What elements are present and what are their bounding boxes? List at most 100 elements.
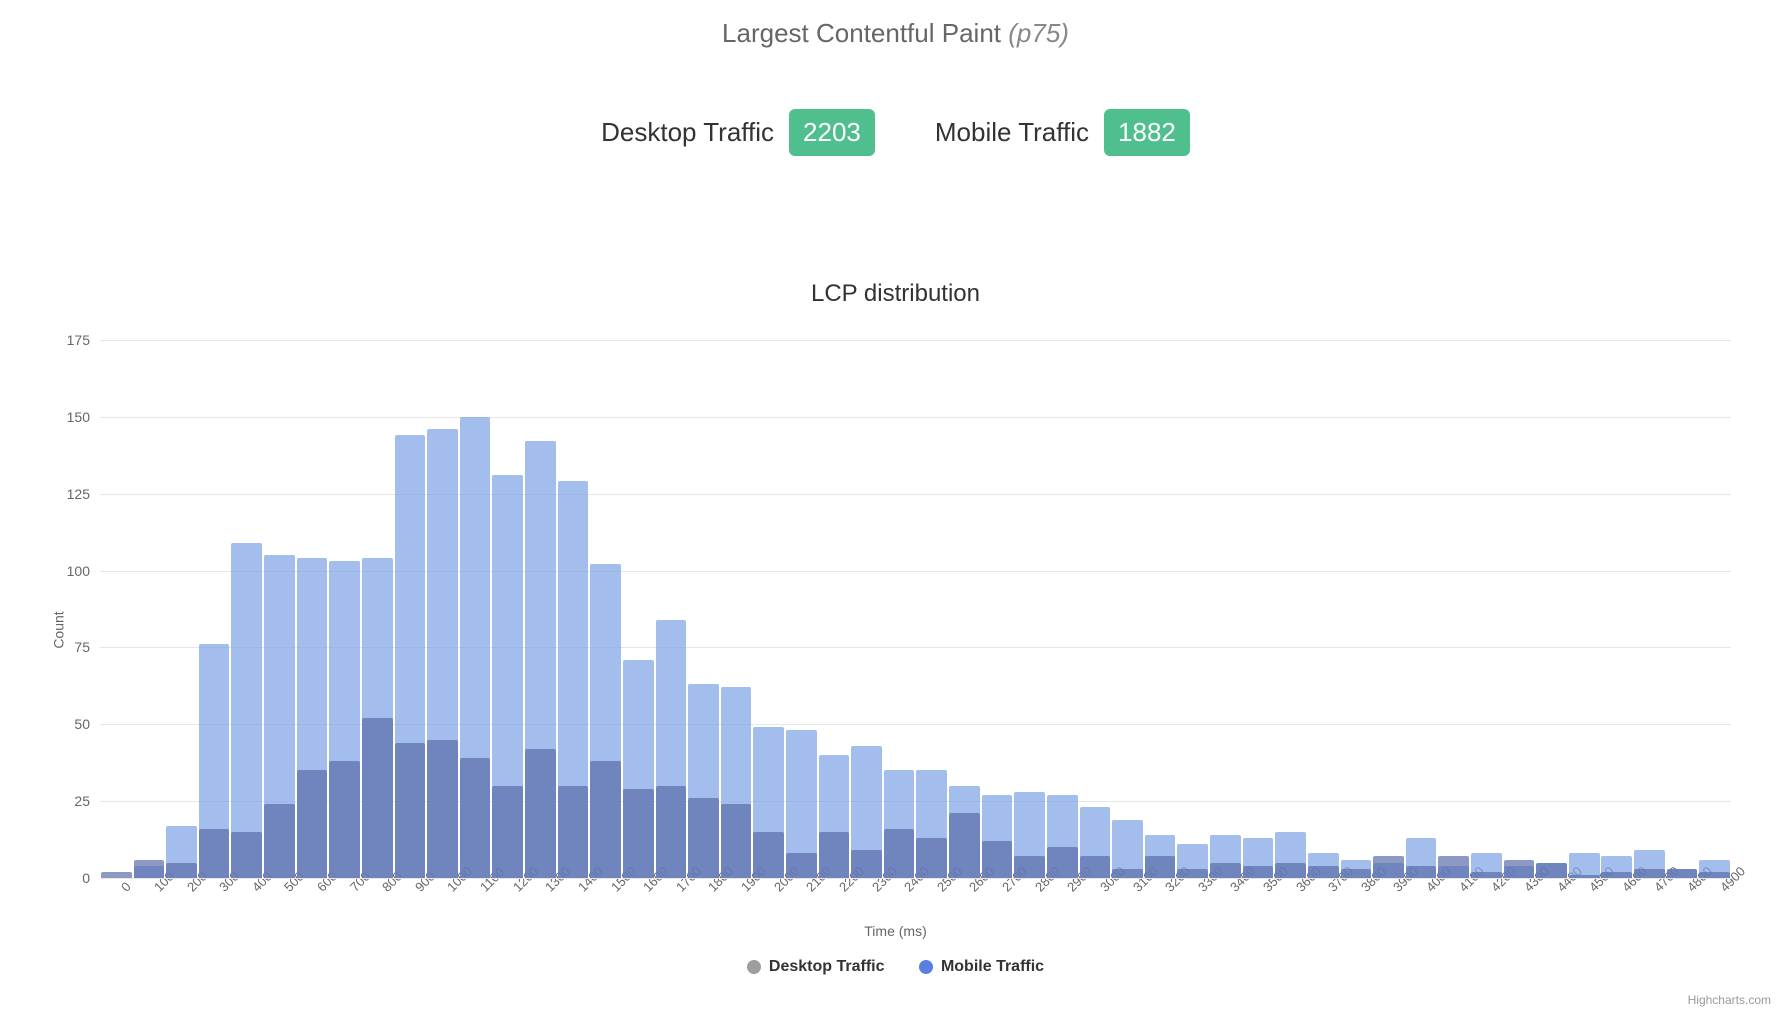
bar-desktop[interactable] bbox=[884, 829, 915, 878]
bar-slot: 500 bbox=[263, 340, 296, 878]
bar-desktop[interactable] bbox=[101, 872, 132, 878]
y-tick: 125 bbox=[50, 486, 90, 502]
bar-desktop[interactable] bbox=[134, 860, 165, 878]
bar-slot: 3000 bbox=[1079, 340, 1112, 878]
bar-slot: 1800 bbox=[687, 340, 720, 878]
bar-desktop[interactable] bbox=[1569, 875, 1600, 878]
bar-desktop[interactable] bbox=[688, 798, 719, 878]
bar-desktop[interactable] bbox=[1080, 856, 1111, 878]
bar-slot: 3500 bbox=[1242, 340, 1275, 878]
chart-bars: 0100200300400500600700800900100011001200… bbox=[100, 340, 1731, 878]
metric-mobile-value: 1882 bbox=[1104, 109, 1190, 156]
bar-desktop[interactable] bbox=[949, 813, 980, 878]
bar-slot: 1400 bbox=[557, 340, 590, 878]
bar-desktop[interactable] bbox=[1438, 856, 1469, 878]
bar-desktop[interactable] bbox=[1406, 866, 1437, 878]
y-tick: 75 bbox=[50, 639, 90, 655]
bar-desktop[interactable] bbox=[1308, 866, 1339, 878]
bar-desktop[interactable] bbox=[166, 863, 197, 878]
bar-slot: 3700 bbox=[1307, 340, 1340, 878]
bar-desktop[interactable] bbox=[1145, 856, 1176, 878]
gridline bbox=[100, 494, 1731, 495]
bar-desktop[interactable] bbox=[1341, 869, 1372, 878]
bar-slot: 4700 bbox=[1633, 340, 1666, 878]
bar-desktop[interactable] bbox=[329, 761, 360, 878]
bar-slot: 2400 bbox=[883, 340, 916, 878]
bar-desktop[interactable] bbox=[525, 749, 556, 878]
bar-slot: 600 bbox=[296, 340, 329, 878]
title-main: Largest Contentful Paint bbox=[722, 18, 1001, 48]
bar-desktop[interactable] bbox=[1112, 869, 1143, 878]
bar-desktop[interactable] bbox=[460, 758, 491, 878]
bar-desktop[interactable] bbox=[558, 786, 589, 878]
bar-desktop[interactable] bbox=[786, 853, 817, 878]
bar-desktop[interactable] bbox=[1014, 856, 1045, 878]
bar-slot: 2900 bbox=[1046, 340, 1079, 878]
bar-desktop[interactable] bbox=[753, 832, 784, 878]
page-title: Largest Contentful Paint (p75) bbox=[0, 18, 1791, 49]
gridline bbox=[100, 878, 1731, 879]
bar-desktop[interactable] bbox=[362, 718, 393, 878]
bar-desktop[interactable] bbox=[623, 789, 654, 878]
bar-desktop[interactable] bbox=[1047, 847, 1078, 878]
legend-label-mobile: Mobile Traffic bbox=[941, 958, 1044, 976]
y-tick: 150 bbox=[50, 409, 90, 425]
bar-desktop[interactable] bbox=[1504, 860, 1535, 878]
bar-desktop[interactable] bbox=[982, 841, 1013, 878]
bar-desktop[interactable] bbox=[297, 770, 328, 878]
metric-desktop: Desktop Traffic 2203 bbox=[601, 109, 875, 156]
bar-desktop[interactable] bbox=[1667, 869, 1698, 878]
bar-desktop[interactable] bbox=[1634, 869, 1665, 878]
bar-slot: 2200 bbox=[818, 340, 851, 878]
x-tick: 0 bbox=[118, 879, 134, 895]
chart-credits[interactable]: Highcharts.com bbox=[1688, 993, 1771, 1007]
bar-slot: 3200 bbox=[1144, 340, 1177, 878]
bar-desktop[interactable] bbox=[1243, 866, 1274, 878]
bar-desktop[interactable] bbox=[1210, 863, 1241, 878]
bar-desktop[interactable] bbox=[819, 832, 850, 878]
bar-slot: 4400 bbox=[1535, 340, 1568, 878]
bar-desktop[interactable] bbox=[492, 786, 523, 878]
bar-slot: 2500 bbox=[916, 340, 949, 878]
bar-desktop[interactable] bbox=[1699, 872, 1730, 878]
bar-slot: 4900 bbox=[1698, 340, 1731, 878]
bar-slot: 1000 bbox=[426, 340, 459, 878]
bar-slot: 3600 bbox=[1274, 340, 1307, 878]
bar-desktop[interactable] bbox=[1471, 872, 1502, 878]
bar-desktop[interactable] bbox=[264, 804, 295, 878]
bar-desktop[interactable] bbox=[590, 761, 621, 878]
bar-desktop[interactable] bbox=[395, 743, 426, 878]
bar-slot: 2700 bbox=[981, 340, 1014, 878]
legend-item-desktop[interactable]: Desktop Traffic bbox=[747, 958, 885, 976]
bar-desktop[interactable] bbox=[1601, 872, 1632, 878]
y-tick: 25 bbox=[50, 793, 90, 809]
y-tick: 0 bbox=[50, 870, 90, 886]
bar-desktop[interactable] bbox=[427, 740, 458, 878]
bar-desktop[interactable] bbox=[851, 850, 882, 878]
bar-desktop[interactable] bbox=[199, 829, 230, 878]
bar-desktop[interactable] bbox=[656, 786, 687, 878]
bar-slot: 1700 bbox=[655, 340, 688, 878]
bar-desktop[interactable] bbox=[1373, 856, 1404, 878]
metric-mobile: Mobile Traffic 1882 bbox=[935, 109, 1190, 156]
legend-item-mobile[interactable]: Mobile Traffic bbox=[919, 958, 1044, 976]
bar-slot: 2100 bbox=[785, 340, 818, 878]
bar-desktop[interactable] bbox=[1177, 869, 1208, 878]
gridline bbox=[100, 417, 1731, 418]
legend-swatch-desktop bbox=[747, 960, 761, 974]
bar-slot: 2300 bbox=[850, 340, 883, 878]
bar-slot: 3300 bbox=[1176, 340, 1209, 878]
bar-desktop[interactable] bbox=[721, 804, 752, 878]
chart-container: LCP distribution Count 01002003004005006… bbox=[0, 240, 1791, 1019]
chart-legend: Desktop Traffic Mobile Traffic bbox=[0, 958, 1791, 979]
bar-mobile[interactable] bbox=[231, 543, 262, 878]
y-tick: 175 bbox=[50, 332, 90, 348]
bar-desktop[interactable] bbox=[1275, 863, 1306, 878]
y-tick: 50 bbox=[50, 716, 90, 732]
bar-slot: 900 bbox=[394, 340, 427, 878]
bar-desktop[interactable] bbox=[1536, 863, 1567, 878]
bar-desktop[interactable] bbox=[916, 838, 947, 878]
bar-slot: 1300 bbox=[524, 340, 557, 878]
bar-desktop[interactable] bbox=[231, 832, 262, 878]
chart-plot-area[interactable]: 0100200300400500600700800900100011001200… bbox=[100, 340, 1731, 879]
